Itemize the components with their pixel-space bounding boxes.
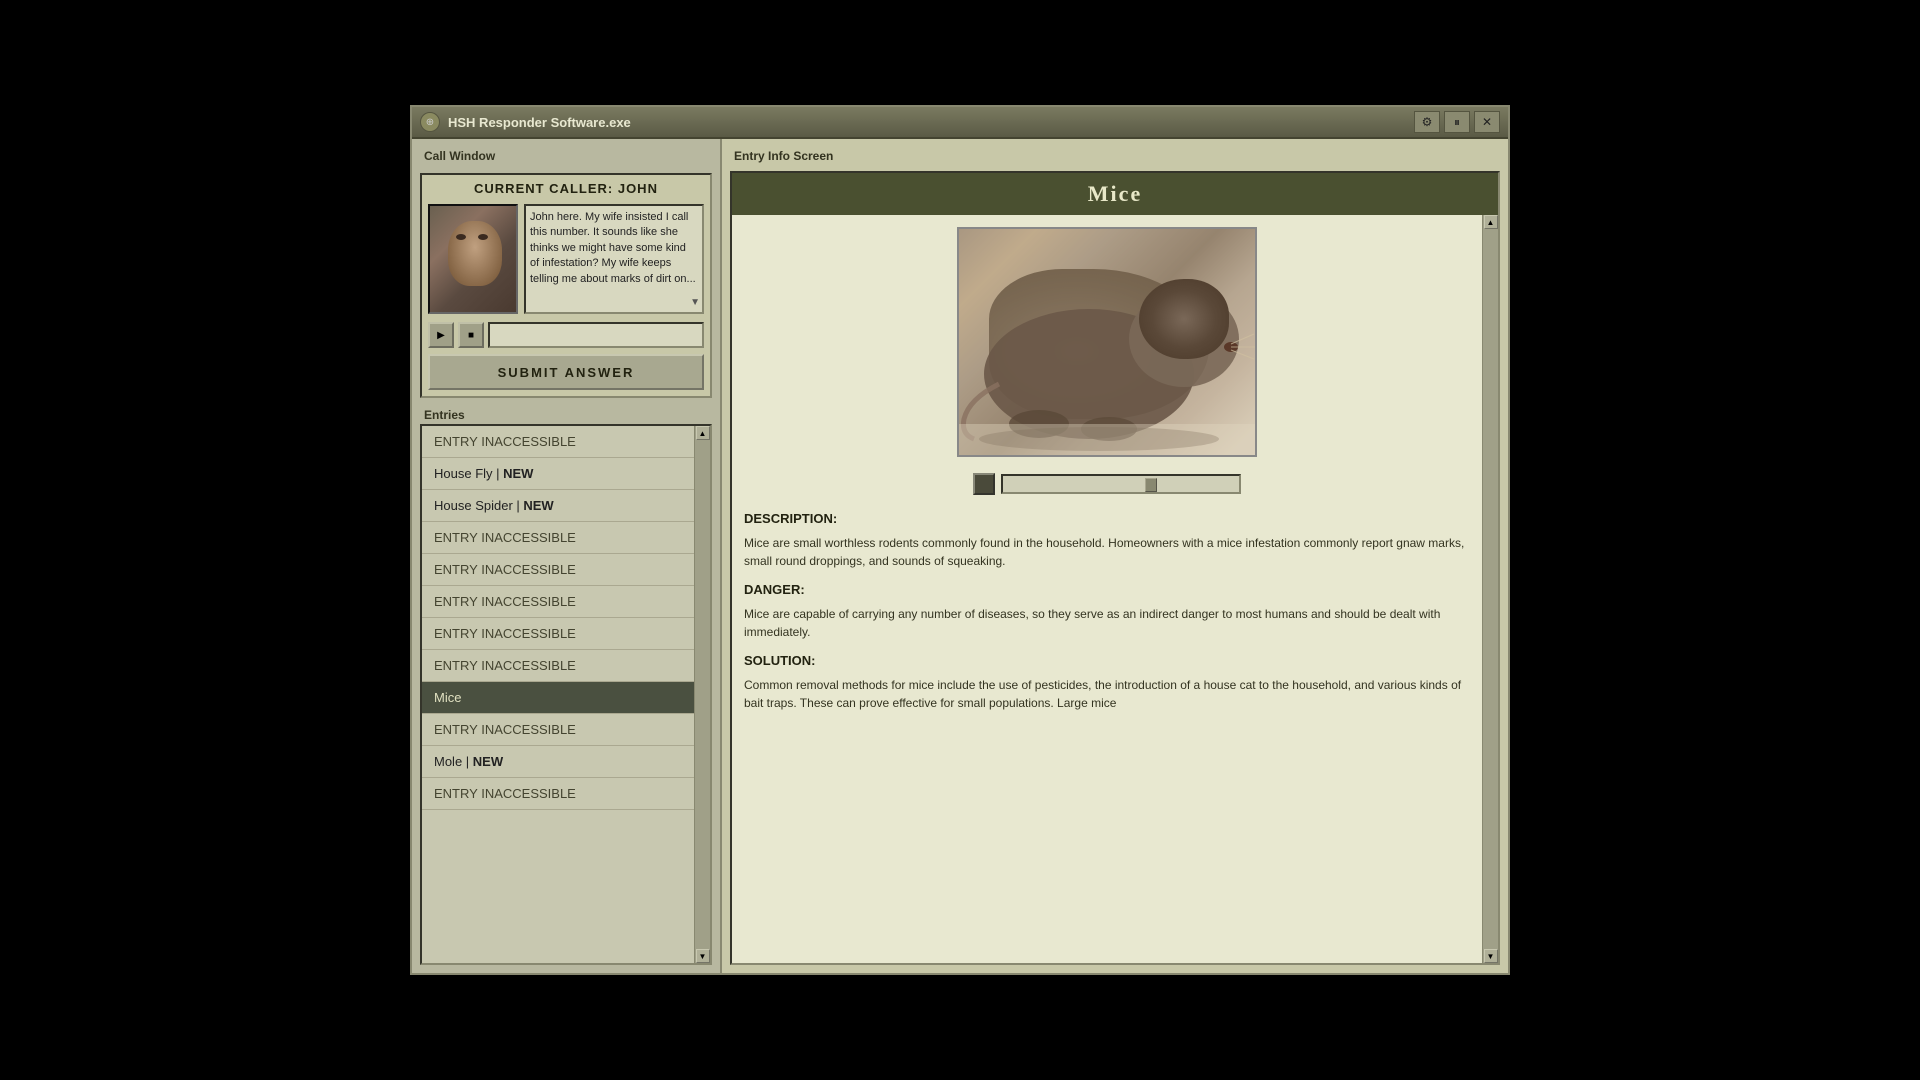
caller-content: John here. My wife insisted I call this … [428,204,704,314]
main-window: ⊕ HSH Responder Software.exe ⚙ ⏸ ✕ Call … [410,105,1510,975]
app-icon: ⊕ [420,112,440,132]
submit-answer-button[interactable]: SUBMIT ANSWER [428,354,704,390]
caller-text: John here. My wife insisted I call this … [530,211,696,285]
right-scroll-down[interactable]: ▼ [1484,949,1498,963]
right-panel: Entry Info Screen Mice [722,139,1508,973]
caller-text-box: John here. My wife insisted I call this … [524,204,704,314]
list-item[interactable]: ENTRY INACCESSIBLE [422,618,694,650]
stop-button[interactable]: ■ [458,322,484,348]
entry-info-inner: DESCRIPTION: Mice are small worthless ro… [732,215,1498,963]
scroll-down-arrow[interactable]: ▼ [696,949,710,963]
entries-label: Entries [420,406,712,424]
description-header: DESCRIPTION: [744,511,1470,526]
danger-text: Mice are capable of carrying any number … [744,605,1470,641]
settings-button[interactable]: ⚙ [1414,111,1440,133]
title-bar: ⊕ HSH Responder Software.exe ⚙ ⏸ ✕ [412,107,1508,139]
window-title: HSH Responder Software.exe [448,115,1414,130]
audio-progress-thumb [1145,478,1157,492]
play-button[interactable]: ▶ [428,322,454,348]
list-item[interactable]: ENTRY INACCESSIBLE [422,714,694,746]
list-item[interactable]: House Fly | NEW [422,458,694,490]
pause-button[interactable]: ⏸ [1444,111,1470,133]
list-item[interactable]: ENTRY INACCESSIBLE [422,522,694,554]
right-scroll-up[interactable]: ▲ [1484,215,1498,229]
solution-header: SOLUTION: [744,653,1470,668]
entry-title-bar: Mice [732,173,1498,215]
entries-list: ENTRY INACCESSIBLE House Fly | NEW House… [420,424,712,965]
entries-scrollbar: ▲ ▼ [694,426,710,963]
list-item[interactable]: House Spider | NEW [422,490,694,522]
answer-input[interactable] [488,322,704,348]
audio-progress[interactable] [1001,474,1241,494]
entry-image [957,227,1257,457]
call-window-label: Call Window [420,147,712,165]
list-item[interactable]: ENTRY INACCESSIBLE [422,778,694,810]
list-item-mice[interactable]: Mice [422,682,694,714]
right-scrollbar: ▲ ▼ [1482,215,1498,963]
description-text: Mice are small worthless rodents commonl… [744,534,1470,570]
controls-row: ▶ ■ [428,322,704,348]
caller-photo [428,204,518,314]
audio-stop-button[interactable] [973,473,995,495]
left-panel: Call Window CURRENT CALLER: JOHN John he… [412,139,722,973]
danger-header: DANGER: [744,582,1470,597]
entry-info-box: Mice [730,171,1500,965]
close-button[interactable]: ✕ [1474,111,1500,133]
audio-player [744,469,1470,499]
entry-body: DESCRIPTION: Mice are small worthless ro… [732,215,1482,963]
scroll-up-arrow[interactable]: ▲ [696,426,710,440]
entry-image-container [744,227,1470,457]
list-item[interactable]: ENTRY INACCESSIBLE [422,554,694,586]
list-item[interactable]: Mole | NEW [422,746,694,778]
entry-title: Mice [748,181,1482,207]
content-area: Call Window CURRENT CALLER: JOHN John he… [412,139,1508,973]
list-item[interactable]: ENTRY INACCESSIBLE [422,650,694,682]
list-item[interactable]: ENTRY INACCESSIBLE [422,426,694,458]
call-window: CURRENT CALLER: JOHN John here. My wife … [420,173,712,398]
list-item[interactable]: ENTRY INACCESSIBLE [422,586,694,618]
title-bar-buttons: ⚙ ⏸ ✕ [1414,111,1500,133]
scroll-indicator: ▼ [690,296,700,310]
entries-scroll-area[interactable]: ENTRY INACCESSIBLE House Fly | NEW House… [422,426,694,963]
solution-text: Common removal methods for mice include … [744,676,1470,712]
entries-section: Entries ENTRY INACCESSIBLE House Fly | N… [420,406,712,965]
entry-info-label: Entry Info Screen [730,147,1500,165]
caller-title: CURRENT CALLER: JOHN [428,181,704,196]
